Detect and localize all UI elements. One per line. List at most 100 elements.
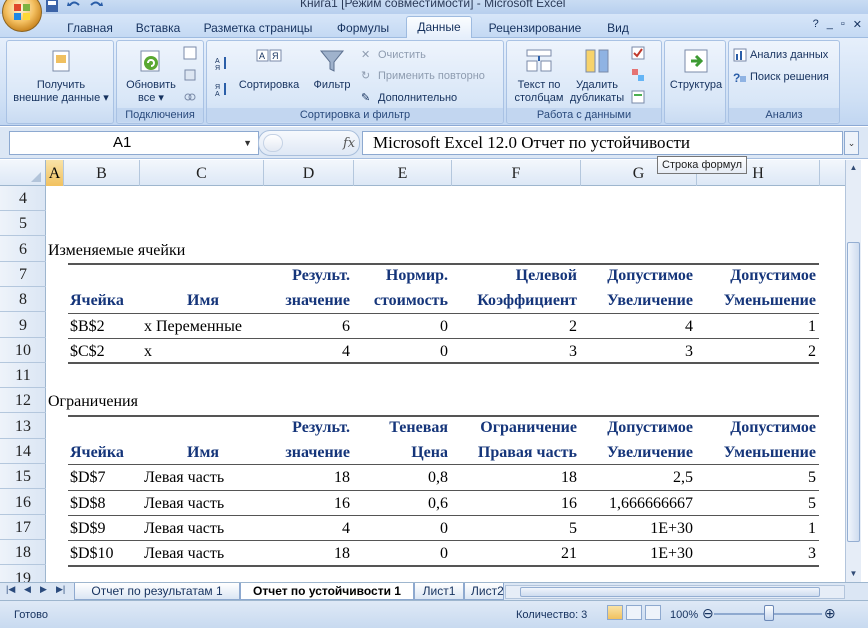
sheet-tab-list1[interactable]: Лист1 bbox=[414, 583, 464, 600]
horizontal-scroll-thumb[interactable] bbox=[520, 587, 820, 597]
filter-button[interactable]: Фильтр bbox=[307, 47, 357, 92]
edit-links-icon[interactable] bbox=[183, 89, 197, 105]
advanced-filter-button[interactable]: ✎ Дополнительно bbox=[361, 90, 457, 106]
formula-input[interactable]: Microsoft Excel 12.0 Отчет по устойчивос… bbox=[362, 131, 843, 155]
data-analysis-button[interactable]: Анализ данных bbox=[733, 47, 828, 63]
close-icon[interactable]: ✕ bbox=[853, 18, 862, 31]
restore-icon[interactable]: ▫ bbox=[841, 18, 845, 31]
horizontal-scrollbar[interactable] bbox=[505, 585, 845, 599]
solver-icon: ? bbox=[733, 71, 746, 84]
save-icon[interactable] bbox=[44, 0, 60, 13]
row-header-10[interactable]: 10 bbox=[0, 338, 46, 363]
undo-icon[interactable] bbox=[66, 0, 82, 13]
what-if-icon[interactable] bbox=[631, 89, 645, 105]
row-header-9[interactable]: 9 bbox=[0, 313, 46, 338]
data-validation-icon[interactable] bbox=[631, 45, 645, 61]
select-all-corner[interactable] bbox=[0, 160, 46, 186]
column-header-line1: Допустимое bbox=[730, 419, 816, 436]
tab-home[interactable]: Главная bbox=[58, 18, 122, 38]
title-bar: Книга1 [Режим совместимости] - Microsoft… bbox=[0, 0, 868, 14]
text-to-columns-button[interactable]: Текст по столбцам bbox=[511, 47, 567, 105]
column-header-e[interactable]: E bbox=[354, 160, 452, 186]
zoom-in-icon[interactable]: ⊕ bbox=[824, 605, 836, 622]
remove-duplicates-button[interactable]: Удалить дубликаты bbox=[567, 47, 627, 105]
reapply-button[interactable]: ↻ Применить повторно bbox=[361, 68, 485, 84]
tab-insert[interactable]: Вставка bbox=[128, 18, 188, 38]
outline-button[interactable]: Структура bbox=[667, 47, 725, 92]
row-header-13[interactable]: 13 bbox=[0, 414, 46, 439]
get-external-line1: Получить bbox=[36, 79, 86, 91]
name-box-dropdown-icon[interactable]: ▼ bbox=[243, 132, 252, 154]
connections-group-label: Подключения bbox=[117, 108, 203, 122]
cell-value: 2 bbox=[569, 318, 577, 335]
sort-icon: АЯ bbox=[255, 47, 283, 75]
row-header-16[interactable]: 16 bbox=[0, 490, 46, 515]
row-header-4[interactable]: 4 bbox=[0, 186, 46, 211]
tab-page-layout[interactable]: Разметка страницы bbox=[198, 18, 318, 38]
row-header-15[interactable]: 15 bbox=[0, 464, 46, 490]
page-break-view-icon[interactable] bbox=[645, 605, 661, 620]
next-sheet-icon[interactable]: ▶ bbox=[40, 584, 47, 595]
column-header-line2: Уменьшение bbox=[723, 444, 816, 461]
tab-review[interactable]: Рецензирование bbox=[482, 18, 588, 38]
zoom-slider-knob[interactable] bbox=[764, 605, 774, 621]
consolidate-icon[interactable] bbox=[631, 67, 645, 83]
sheet-tab-list2[interactable]: Лист2 bbox=[464, 583, 504, 600]
tab-data[interactable]: Данные bbox=[406, 16, 472, 39]
filter-icon bbox=[318, 47, 346, 75]
properties-icon[interactable] bbox=[183, 67, 197, 83]
tab-view[interactable]: Вид bbox=[598, 18, 638, 38]
sheet-tab-results[interactable]: Отчет по результатам 1 bbox=[74, 583, 240, 600]
column-header-d[interactable]: D bbox=[264, 160, 354, 186]
vertical-scroll-thumb[interactable] bbox=[847, 242, 860, 542]
clear-filter-button[interactable]: ✕ Очистить bbox=[361, 47, 426, 63]
sort-button[interactable]: АЯ Сортировка bbox=[233, 47, 305, 92]
minimize-icon[interactable]: _ bbox=[827, 18, 833, 31]
column-header-a[interactable]: A bbox=[46, 160, 64, 186]
scroll-down-icon[interactable]: ▼ bbox=[846, 566, 861, 582]
normal-view-icon[interactable] bbox=[607, 605, 623, 620]
data-analysis-icon bbox=[733, 48, 747, 62]
get-external-data-button[interactable]: Получить внешние данные ▾ bbox=[9, 47, 113, 105]
refresh-all-button[interactable]: Обновить все ▾ bbox=[119, 47, 183, 105]
sort-az-icon[interactable]: AЯ bbox=[215, 55, 229, 71]
vertical-scrollbar[interactable]: ▲ ▼ bbox=[845, 160, 861, 582]
connections-icon[interactable] bbox=[183, 45, 197, 61]
page-layout-view-icon[interactable] bbox=[626, 605, 642, 620]
first-sheet-icon[interactable]: |◀ bbox=[6, 584, 15, 595]
group-outline: Структура bbox=[664, 40, 726, 124]
column-header-b[interactable]: B bbox=[64, 160, 140, 186]
help-icon[interactable]: ? bbox=[813, 18, 819, 31]
cell-address: $D$9 bbox=[70, 520, 106, 537]
prev-sheet-icon[interactable]: ◀ bbox=[24, 584, 31, 595]
row-header-18[interactable]: 18 bbox=[0, 540, 46, 566]
tab-formulas[interactable]: Формулы bbox=[330, 18, 396, 38]
sort-za-icon[interactable]: ЯA bbox=[215, 81, 229, 97]
name-box[interactable]: A1 ▼ bbox=[9, 131, 259, 155]
column-header-line2: Коэффициент bbox=[477, 292, 577, 309]
insert-function-button[interactable]: fx bbox=[258, 130, 360, 156]
worksheet-grid[interactable]: Изменяемые ячейки Результ. Нормир. Целевой Д… bbox=[46, 186, 845, 582]
solver-button[interactable]: ? Поиск решения bbox=[733, 69, 829, 85]
row-header-11[interactable]: 11 bbox=[0, 363, 46, 389]
row-header-7[interactable]: 7 bbox=[0, 262, 46, 287]
column-header-f[interactable]: F bbox=[452, 160, 581, 186]
zoom-level[interactable]: 100% bbox=[670, 609, 698, 621]
table-rule bbox=[68, 515, 819, 516]
row-header-6[interactable]: 6 bbox=[0, 237, 46, 262]
zoom-out-icon[interactable]: ⊖ bbox=[702, 605, 714, 622]
data-tools-group-label: Работа с данными bbox=[507, 108, 661, 122]
sheet-tab-sensitivity[interactable]: Отчет по устойчивости 1 bbox=[240, 583, 414, 600]
scroll-up-icon[interactable]: ▲ bbox=[846, 160, 861, 176]
row-header-12[interactable]: 12 bbox=[0, 388, 46, 414]
expand-formula-bar-icon[interactable]: ⌄ bbox=[844, 131, 859, 155]
svg-text:?: ? bbox=[733, 71, 740, 84]
row-header-17[interactable]: 17 bbox=[0, 515, 46, 540]
column-header-line2: стоимость bbox=[373, 292, 448, 309]
row-header-5[interactable]: 5 bbox=[0, 211, 46, 237]
row-header-14[interactable]: 14 bbox=[0, 439, 46, 464]
redo-icon[interactable] bbox=[88, 0, 104, 13]
column-header-c[interactable]: C bbox=[140, 160, 264, 186]
row-header-8[interactable]: 8 bbox=[0, 287, 46, 313]
last-sheet-icon[interactable]: ▶| bbox=[56, 584, 65, 595]
